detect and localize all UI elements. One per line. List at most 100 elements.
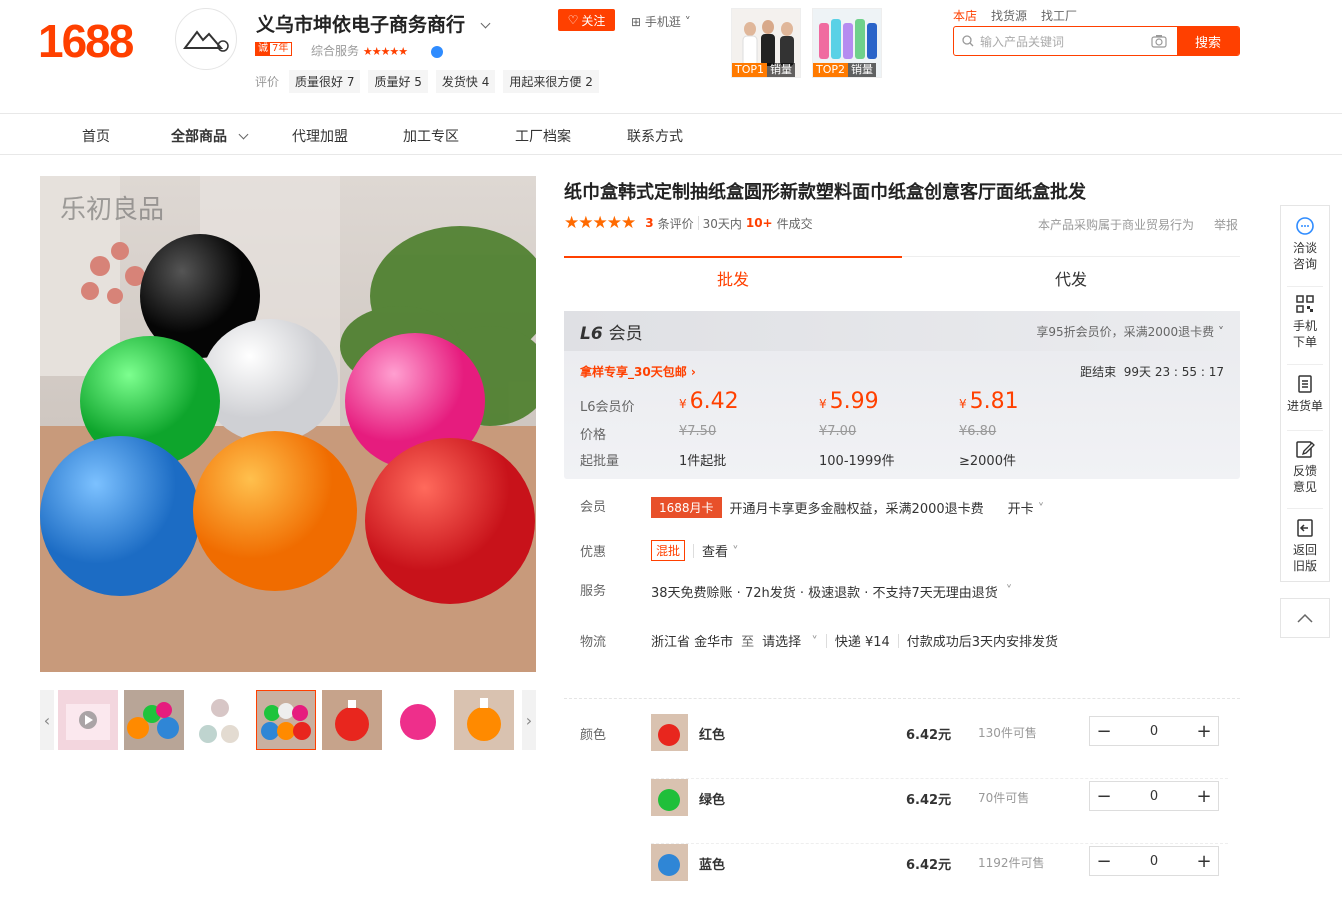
quantity-input[interactable]: 0 — [1118, 789, 1190, 804]
search-input[interactable]: 输入产品关键词 — [954, 27, 1177, 55]
sku-name: 绿色 — [699, 793, 726, 808]
logistics-row-label: 物流 — [580, 635, 607, 650]
thumbnail-image[interactable] — [190, 690, 250, 750]
sidebar-item-feedback[interactable]: 反馈意见 — [1281, 439, 1329, 495]
decrease-button[interactable]: − — [1090, 721, 1118, 742]
sidebar-item-chat[interactable]: 洽谈咨询 — [1281, 216, 1329, 272]
quantity-stepper: − 0 + — [1089, 846, 1219, 876]
vip-offer[interactable]: 享95折会员价，采满2000退卡费 ˅ — [1036, 323, 1224, 340]
member-price-tier: ¥5.99 — [819, 389, 879, 414]
sku-stock: 1192件可售 — [978, 856, 1045, 870]
follow-button[interactable]: ♡ 关注 — [558, 9, 615, 31]
decrease-button[interactable]: − — [1090, 851, 1118, 872]
thumb-next-button[interactable]: › — [522, 690, 536, 750]
thumbnail-image[interactable] — [388, 690, 448, 750]
site-logo[interactable]: 1688 — [38, 14, 134, 68]
original-price: ¥7.00 — [819, 424, 857, 439]
nav-factory[interactable]: 工厂档案 — [515, 126, 571, 146]
search-tab-source[interactable]: 找货源 — [991, 7, 1027, 24]
month-card-badge: 1688月卡 — [651, 497, 722, 518]
floating-sidebar: 洽谈咨询 手机下单 进货单 反馈意见 返回旧版 — [1280, 205, 1330, 582]
thumbnail-image[interactable] — [124, 690, 184, 750]
moq-value: 1件起批 — [679, 454, 727, 469]
tab-wholesale[interactable]: 批发 — [564, 256, 902, 298]
increase-button[interactable]: + — [1190, 721, 1218, 742]
nav-processing[interactable]: 加工专区 — [403, 126, 459, 146]
shop-nav: 首页 全部商品 代理加盟 加工专区 工厂档案 联系方式 — [0, 113, 1342, 155]
service-row[interactable]: 38天免费赊账 · 72h发货 · 极速退款 · 不支持7天无理由退货 ˅ — [651, 582, 1012, 601]
chevron-down-icon: ˅ — [1218, 324, 1224, 339]
sku-price: 6.42元 — [906, 728, 952, 743]
view-discount-button[interactable]: 查看 ˅ — [702, 541, 739, 560]
shop-avatar[interactable] — [175, 8, 237, 70]
chevron-down-icon — [238, 129, 249, 140]
chevron-up-icon — [1297, 613, 1313, 623]
quantity-stepper: − 0 + — [1089, 781, 1219, 811]
thumbnail-strip: ‹ › — [40, 690, 536, 750]
nav-all-products[interactable]: 全部商品 — [171, 126, 249, 146]
purchase-tabs: 批发 代发 — [564, 256, 1240, 298]
search-tab-shop[interactable]: 本店 — [953, 7, 977, 24]
search-scope-tabs: 本店 找货源 找工厂 — [953, 7, 1077, 24]
countdown: 距结束 99天 23 : 55 : 17 — [1080, 365, 1224, 379]
nav-home[interactable]: 首页 — [82, 126, 110, 146]
increase-button[interactable]: + — [1190, 851, 1218, 872]
sku-name: 蓝色 — [699, 858, 726, 873]
chevron-down-icon: ˅ — [1005, 584, 1013, 599]
sku-stock: 70件可售 — [978, 791, 1030, 805]
top-product-2[interactable]: TOP2 销量 — [812, 8, 882, 78]
thumb-prev-button[interactable]: ‹ — [40, 690, 54, 750]
chevron-down-icon: ˅ — [684, 15, 691, 29]
sku-thumbnail[interactable] — [651, 714, 688, 751]
thumbnail-image[interactable] — [322, 690, 382, 750]
search-bar: 输入产品关键词 搜索 — [953, 26, 1240, 56]
mobile-link[interactable]: ⊞ 手机逛 ˅ — [631, 13, 691, 30]
chevron-down-icon[interactable] — [480, 18, 491, 29]
increase-button[interactable]: + — [1190, 786, 1218, 807]
sample-promo-link[interactable]: 拿样专享_30天包邮 › — [580, 363, 696, 380]
thumbnail-video[interactable] — [58, 690, 118, 750]
original-price: ¥6.80 — [959, 424, 997, 439]
top-product-1[interactable]: TOP1 销量 — [731, 8, 801, 78]
nav-contact[interactable]: 联系方式 — [627, 126, 683, 146]
eval-tag[interactable]: 质量好 5 — [368, 70, 428, 93]
quantity-input[interactable]: 0 — [1118, 724, 1190, 739]
heart-icon: ♡ — [567, 13, 579, 27]
tab-dropship[interactable]: 代发 — [902, 256, 1240, 298]
sku-price: 6.42元 — [906, 858, 952, 873]
quantity-input[interactable]: 0 — [1118, 854, 1190, 869]
product-rating: ★★★★★ 3 条评价 30天内 10+ 件成交 — [564, 213, 813, 233]
vip-bar[interactable]: L6 会员 享95折会员价，采满2000退卡费 ˅ — [564, 311, 1240, 351]
search-button[interactable]: 搜索 — [1177, 27, 1239, 55]
sidebar-item-mobile-order[interactable]: 手机下单 — [1281, 294, 1329, 350]
report-link[interactable]: 举报 — [1214, 216, 1238, 233]
service-stars: ★★★★★ — [362, 45, 408, 58]
decrease-button[interactable]: − — [1090, 786, 1118, 807]
camera-icon[interactable] — [1151, 34, 1167, 48]
search-tab-factory[interactable]: 找工厂 — [1041, 7, 1077, 24]
thumbnail-image-selected[interactable] — [256, 690, 316, 750]
sidebar-item-old-version[interactable]: 返回旧版 — [1281, 518, 1329, 574]
eval-tag[interactable]: 用起来很方便 2 — [503, 70, 599, 93]
vip-title: L6 会员 — [580, 323, 643, 344]
search-icon — [962, 35, 974, 47]
price-panel: L6 会员 享95折会员价，采满2000退卡费 ˅ 拿样专享_30天包邮 › 距结… — [564, 311, 1240, 479]
sku-thumbnail[interactable] — [651, 779, 688, 816]
eval-tag[interactable]: 质量很好 7 — [289, 70, 361, 93]
nav-agent[interactable]: 代理加盟 — [292, 126, 348, 146]
sku-thumbnail[interactable] — [651, 844, 688, 881]
member-price-label: L6会员价 — [580, 400, 635, 415]
shop-name[interactable]: 义乌市坤依电子商务商行 — [256, 10, 491, 37]
sidebar-item-cart[interactable]: 进货单 — [1281, 374, 1329, 414]
logistics-row: 浙江省 金华市 至 请选择 ˅ 快递 ¥14 付款成功后3天内安排发货 — [651, 631, 1058, 650]
quantity-stepper: − 0 + — [1089, 716, 1219, 746]
watermark-text: 乐初良品 — [60, 195, 164, 225]
destination-select[interactable]: 请选择 ˅ — [762, 631, 818, 650]
product-main-image[interactable]: 乐初良品 — [40, 176, 536, 672]
eval-tag[interactable]: 发货快 4 — [435, 70, 496, 93]
thumbnail-image[interactable] — [454, 690, 514, 750]
open-card-button[interactable]: 开卡 ˅ — [1008, 498, 1045, 517]
moq-value: 100-1999件 — [819, 454, 895, 469]
product-title: 纸巾盒韩式定制抽纸盒圆形新款塑料面巾纸盒创意客厅面纸盒批发 — [564, 182, 1086, 203]
back-to-top-button[interactable] — [1280, 598, 1330, 638]
